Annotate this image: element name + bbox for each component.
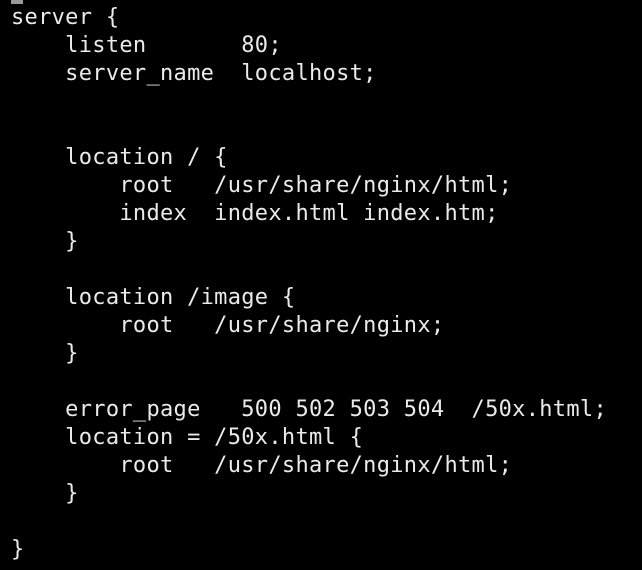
- code-line: }: [11, 229, 79, 254]
- code-line: server {: [11, 5, 120, 30]
- terminal-window[interactable]: server { listen 80; server_name localhos…: [0, 0, 642, 570]
- code-line: root /usr/share/nginx/html;: [11, 453, 513, 478]
- code-line: listen 80;: [11, 33, 282, 58]
- code-line: location / {: [11, 145, 228, 170]
- code-line: root /usr/share/nginx/html;: [11, 173, 513, 198]
- code-line: }: [11, 341, 79, 366]
- code-line: }: [11, 537, 25, 562]
- code-buffer[interactable]: server { listen 80; server_name localhos…: [11, 4, 607, 564]
- code-line: index index.html index.htm;: [11, 201, 499, 226]
- code-line: location = /50x.html {: [11, 425, 364, 450]
- code-line: server_name localhost;: [11, 61, 377, 86]
- code-line: root /usr/share/nginx;: [11, 313, 445, 338]
- code-line: error_page 500 502 503 504 /50x.html;: [11, 397, 607, 422]
- code-line: location /image {: [11, 285, 296, 310]
- code-line: }: [11, 481, 79, 506]
